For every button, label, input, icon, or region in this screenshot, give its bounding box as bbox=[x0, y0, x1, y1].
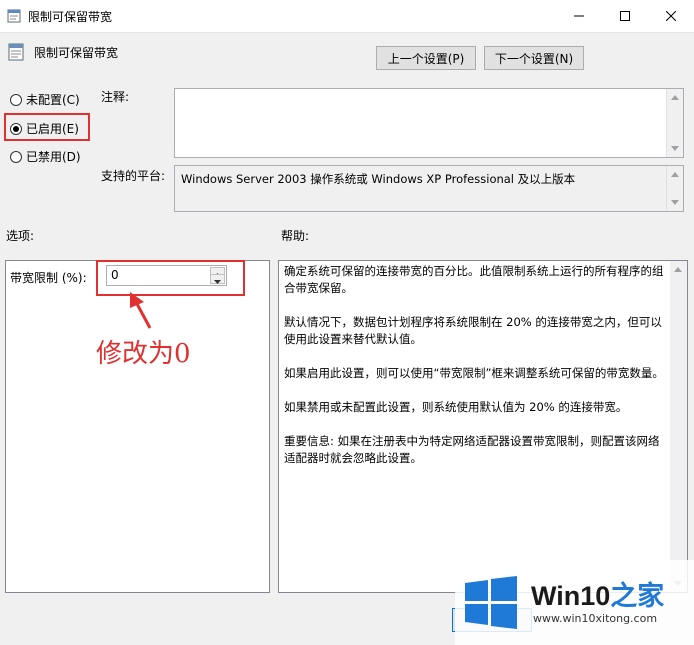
platform-box: Windows Server 2003 操作系统或 Windows XP Pro… bbox=[174, 165, 684, 212]
setting-title: 限制可保留带宽 bbox=[34, 46, 119, 60]
comment-scrollbar[interactable] bbox=[666, 89, 683, 157]
help-content: 确定系统可保留的连接带宽的百分比。此值限制系统上运行的所有程序的组合带宽保留。 … bbox=[284, 263, 669, 467]
help-scrollbar[interactable] bbox=[670, 261, 687, 592]
watermark: Win10之家 www.win10xitong.com bbox=[455, 560, 694, 645]
help-paragraph: 如果启用此设置，则可以使用“带宽限制”框来调整系统可保留的带宽数量。 bbox=[284, 366, 664, 380]
radio-circle bbox=[10, 150, 22, 163]
radio-circle bbox=[10, 93, 22, 106]
comment-textarea[interactable] bbox=[174, 88, 684, 158]
spin-down-icon bbox=[214, 280, 221, 284]
previous-setting-button[interactable]: 上一个设置(P) bbox=[376, 46, 476, 70]
scroll-up-icon[interactable] bbox=[674, 267, 682, 272]
scroll-down-icon[interactable] bbox=[671, 146, 679, 151]
scroll-up-icon[interactable] bbox=[671, 172, 679, 177]
comment-label: 注释: bbox=[101, 90, 130, 104]
help-section-label: 帮助: bbox=[281, 229, 310, 243]
platform-scrollbar[interactable] bbox=[666, 166, 683, 211]
watermark-brand: Win10 bbox=[531, 581, 611, 611]
scroll-up-icon[interactable] bbox=[671, 95, 679, 100]
policy-window-icon bbox=[7, 9, 21, 23]
radio-circle-selected bbox=[10, 122, 22, 135]
bandwidth-limit-spinbox[interactable]: 0 bbox=[106, 265, 227, 286]
options-section-label: 选项: bbox=[6, 229, 35, 243]
radio-label: 已启用(E) bbox=[26, 122, 79, 136]
policy-setting-icon bbox=[8, 43, 24, 61]
window-title: 限制可保留带宽 bbox=[28, 10, 113, 24]
minimize-button[interactable] bbox=[556, 0, 602, 32]
close-button[interactable] bbox=[648, 0, 694, 32]
maximize-icon bbox=[620, 11, 630, 21]
annotation-arrow-icon bbox=[130, 292, 152, 329]
watermark-url: www.win10xitong.com bbox=[533, 612, 658, 625]
platform-text: Windows Server 2003 操作系统或 Windows XP Pro… bbox=[181, 172, 576, 186]
annotation-text: 修改为0 bbox=[96, 339, 191, 369]
bandwidth-limit-value: 0 bbox=[111, 268, 119, 282]
help-paragraph: 默认情况下，数据包计划程序将系统限制在 20% 的连接带宽之内，但可以使用此设置… bbox=[284, 315, 662, 346]
platform-label: 支持的平台: bbox=[101, 169, 166, 183]
radio-not-configured[interactable]: 未配置(C) bbox=[10, 91, 80, 108]
windows-logo-icon bbox=[465, 576, 517, 629]
maximize-button[interactable] bbox=[602, 0, 648, 32]
help-paragraph: 如果禁用或未配置此设置，则系统使用默认值为 20% 的连接带宽。 bbox=[284, 400, 628, 414]
help-panel: 确定系统可保留的连接带宽的百分比。此值限制系统上运行的所有程序的组合带宽保留。 … bbox=[278, 260, 688, 593]
scroll-down-icon[interactable] bbox=[671, 200, 679, 205]
watermark-brand-suffix: 之家 bbox=[610, 581, 665, 611]
bandwidth-limit-label: 带宽限制 (%): bbox=[10, 271, 87, 285]
radio-disabled[interactable]: 已禁用(D) bbox=[10, 148, 81, 165]
radio-enabled[interactable]: 已启用(E) bbox=[10, 120, 79, 137]
spin-down-button[interactable] bbox=[210, 274, 225, 284]
radio-label: 未配置(C) bbox=[26, 93, 80, 107]
close-icon bbox=[666, 11, 676, 21]
minimize-icon bbox=[574, 15, 584, 17]
radio-label: 已禁用(D) bbox=[26, 150, 81, 164]
next-setting-button[interactable]: 下一个设置(N) bbox=[484, 46, 584, 70]
help-paragraph: 重要信息: 如果在注册表中为特定网络适配器设置带宽限制，则配置该网络适配器时就会… bbox=[284, 434, 660, 465]
help-paragraph: 确定系统可保留的连接带宽的百分比。此值限制系统上运行的所有程序的组合带宽保留。 bbox=[284, 264, 664, 295]
